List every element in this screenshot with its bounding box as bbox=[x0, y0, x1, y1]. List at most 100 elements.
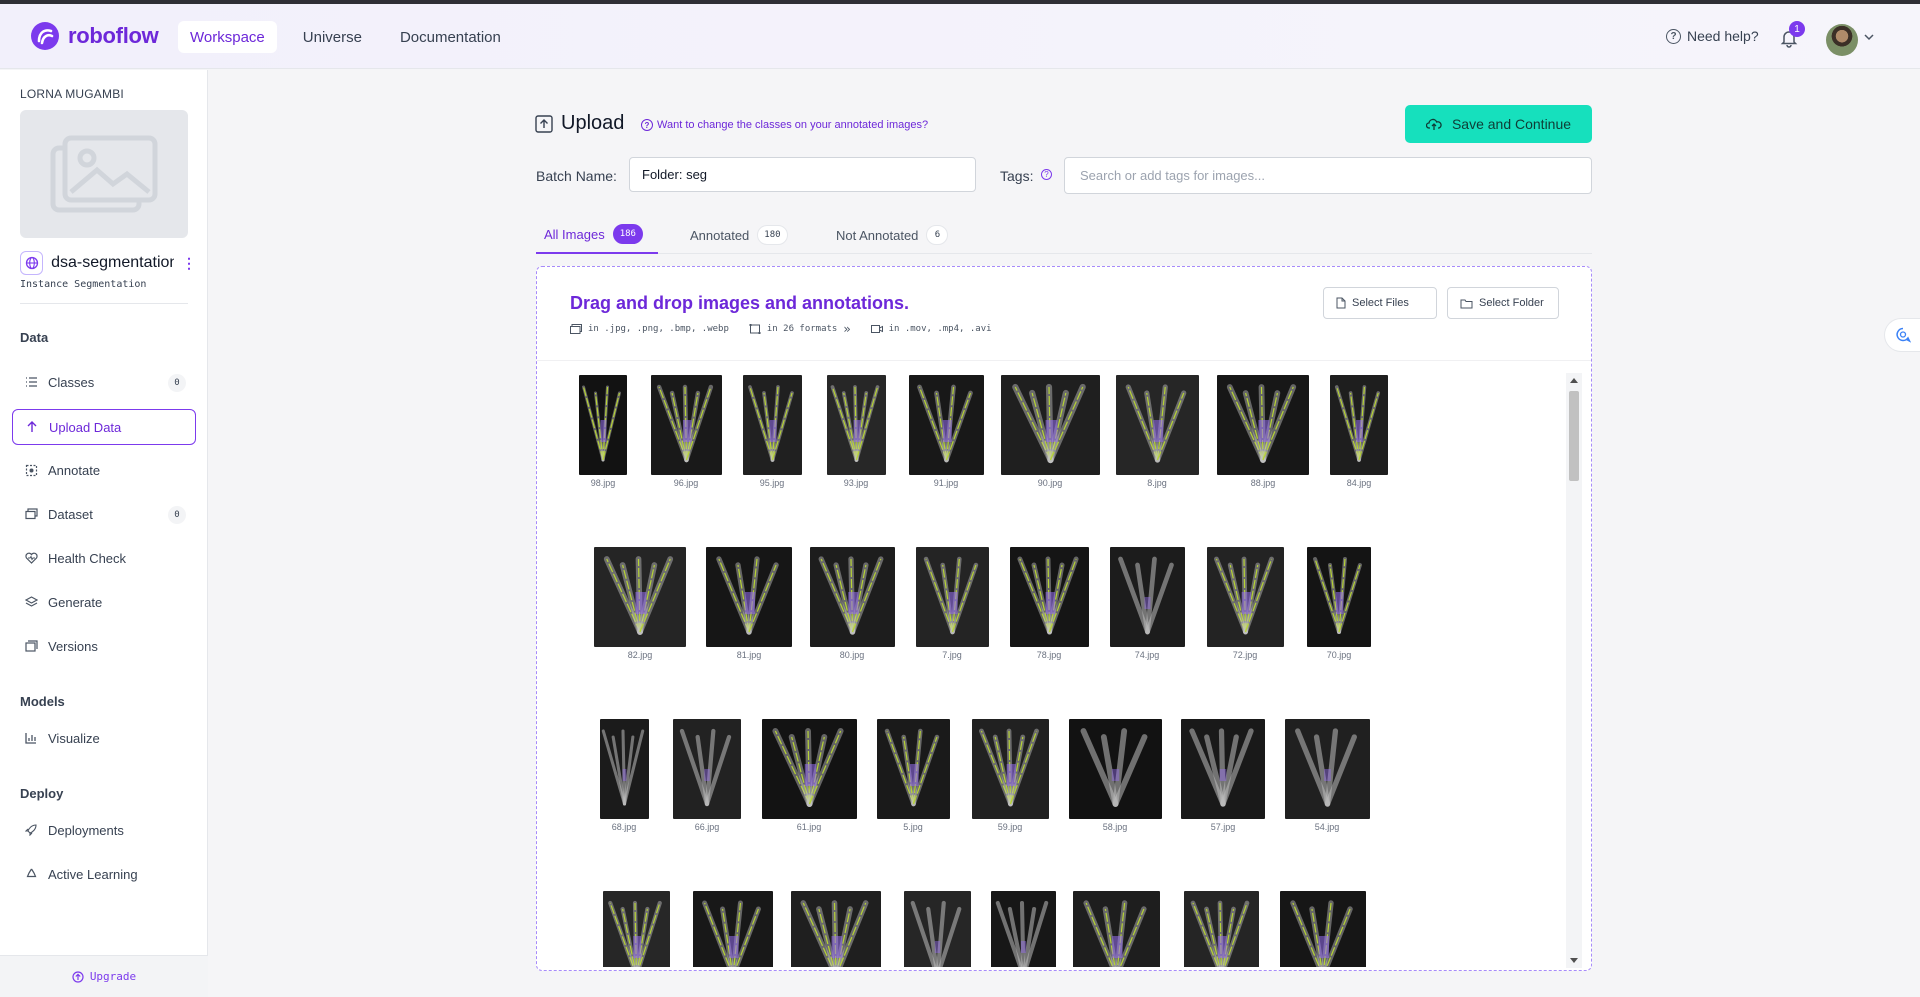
sidebar-item-generate[interactable]: Generate bbox=[12, 584, 196, 620]
nav-documentation[interactable]: Documentation bbox=[388, 21, 513, 53]
chevron-double-right-icon[interactable]: » bbox=[843, 322, 850, 336]
image-filename: 57.jpg bbox=[1210, 822, 1236, 832]
sidebar-item-label: Health Check bbox=[48, 550, 127, 566]
nav-universe[interactable]: Universe bbox=[291, 21, 374, 53]
cloud-upload-icon bbox=[1425, 118, 1442, 130]
image-thumbnail[interactable]: 7.jpg bbox=[915, 547, 989, 665]
xray-image bbox=[1068, 719, 1162, 819]
sidebar-item-active-learning[interactable]: Active Learning bbox=[12, 856, 196, 892]
image-filename: 54.jpg bbox=[1314, 822, 1340, 832]
tab-not-annotated[interactable]: Not Annotated 6 bbox=[836, 216, 949, 254]
image-thumbnail[interactable]: 68.jpg bbox=[599, 719, 649, 837]
heart-pulse-icon bbox=[24, 551, 38, 565]
sidebar-item-visualize[interactable]: Visualize bbox=[12, 720, 196, 756]
sidebar-item-classes[interactable]: Classes 0 bbox=[12, 364, 196, 400]
image-grid-scrollbar[interactable] bbox=[1566, 373, 1582, 968]
image-thumbnail[interactable] bbox=[602, 891, 670, 967]
image-thumbnail[interactable] bbox=[1072, 891, 1160, 967]
project-selector[interactable]: dsa-segmentation ⋮ bbox=[20, 251, 196, 275]
tab-all-images[interactable]: All Images 186 bbox=[536, 216, 658, 254]
need-help-button[interactable]: ? Need help? bbox=[1666, 28, 1759, 44]
save-and-continue-button[interactable]: Save and Continue bbox=[1405, 105, 1592, 143]
image-thumbnail[interactable]: 91.jpg bbox=[908, 375, 984, 493]
image-thumbnail[interactable]: 59.jpg bbox=[971, 719, 1049, 837]
sidebar-item-upload-data[interactable]: Upload Data bbox=[12, 409, 196, 445]
sidebar-item-versions[interactable]: Versions bbox=[12, 628, 196, 664]
image-thumbnail[interactable]: 74.jpg bbox=[1109, 547, 1185, 665]
file-icon bbox=[1336, 297, 1346, 309]
image-thumbnail[interactable]: 90.jpg bbox=[1000, 375, 1100, 493]
xray-image bbox=[693, 891, 773, 967]
batch-name-input[interactable] bbox=[629, 157, 976, 192]
image-thumbnail[interactable]: 95.jpg bbox=[742, 375, 802, 493]
image-thumbnail[interactable]: 58.jpg bbox=[1068, 719, 1162, 837]
image-thumbnail[interactable]: 54.jpg bbox=[1284, 719, 1370, 837]
image-thumbnail[interactable]: 81.jpg bbox=[706, 547, 792, 665]
image-thumbnail[interactable]: 78.jpg bbox=[1009, 547, 1089, 665]
image-thumbnail[interactable]: 5.jpg bbox=[876, 719, 950, 837]
project-thumbnail[interactable] bbox=[20, 110, 188, 238]
image-filename: 84.jpg bbox=[1346, 478, 1372, 488]
question-icon: ? bbox=[1666, 28, 1681, 44]
xray-image bbox=[1183, 891, 1259, 967]
image-thumbnail[interactable] bbox=[903, 891, 971, 967]
image-thumbnail[interactable]: 66.jpg bbox=[673, 719, 741, 837]
sidebar-item-deployments[interactable]: Deployments bbox=[12, 812, 196, 848]
roboflow-logo[interactable]: roboflow bbox=[30, 20, 159, 52]
image-thumbnail[interactable] bbox=[1280, 891, 1366, 967]
image-filter-tabs: All Images 186 Annotated 180 Not Annotat… bbox=[536, 216, 1592, 254]
image-thumbnail[interactable]: 72.jpg bbox=[1206, 547, 1284, 665]
sidebar-item-label: Active Learning bbox=[48, 866, 138, 882]
annotate-icon bbox=[24, 463, 38, 477]
upload-dropzone[interactable]: Drag and drop images and annotations. in… bbox=[536, 266, 1592, 971]
xray-image bbox=[1330, 375, 1388, 475]
change-classes-text: Want to change the classes on your annot… bbox=[657, 119, 929, 131]
chevron-down-icon[interactable] bbox=[1864, 32, 1874, 42]
sidebar-item-label: Deployments bbox=[48, 822, 124, 838]
image-filename: 90.jpg bbox=[1037, 478, 1063, 488]
save-and-continue-label: Save and Continue bbox=[1451, 116, 1572, 132]
sidebar-item-label: Generate bbox=[48, 594, 103, 610]
brand-name: roboflow bbox=[68, 23, 159, 48]
tab-label: Not Annotated bbox=[836, 227, 919, 243]
image-thumbnail[interactable] bbox=[791, 891, 881, 967]
sidebar-item-health-check[interactable]: Health Check bbox=[12, 540, 196, 576]
layers-icon bbox=[24, 595, 38, 609]
tags-help-icon[interactable]: ? bbox=[1041, 169, 1052, 180]
image-thumbnail[interactable]: 80.jpg bbox=[809, 547, 895, 665]
image-thumbnail[interactable]: 8.jpg bbox=[1115, 375, 1199, 493]
select-files-button[interactable]: Select Files bbox=[1323, 287, 1437, 319]
sidebar-item-annotate[interactable]: Annotate bbox=[12, 452, 196, 488]
nav-workspace[interactable]: Workspace bbox=[178, 21, 277, 53]
image-thumbnail[interactable]: 70.jpg bbox=[1307, 547, 1371, 665]
image-thumbnail[interactable] bbox=[1183, 891, 1259, 967]
tags-search-input[interactable] bbox=[1064, 157, 1592, 194]
image-thumbnail[interactable] bbox=[693, 891, 773, 967]
image-filename: 5.jpg bbox=[903, 822, 923, 832]
more-options-icon[interactable]: ⋮ bbox=[182, 255, 196, 272]
image-thumbnail[interactable]: 98.jpg bbox=[579, 375, 627, 493]
section-models: Models bbox=[20, 694, 65, 709]
folder-icon bbox=[1460, 299, 1473, 308]
image-thumbnail[interactable]: 93.jpg bbox=[826, 375, 886, 493]
page-title: Upload bbox=[561, 112, 625, 134]
image-thumbnail[interactable]: 88.jpg bbox=[1217, 375, 1309, 493]
scrollbar-thumb[interactable] bbox=[1569, 391, 1579, 481]
sidebar-item-dataset[interactable]: Dataset 0 bbox=[12, 496, 196, 532]
image-thumbnail[interactable]: 96.jpg bbox=[650, 375, 722, 493]
image-thumbnail[interactable]: 57.jpg bbox=[1181, 719, 1265, 837]
xray-image bbox=[1307, 547, 1371, 647]
image-thumbnail[interactable]: 82.jpg bbox=[594, 547, 686, 665]
scroll-down-icon[interactable] bbox=[1570, 956, 1578, 964]
image-thumbnail[interactable] bbox=[990, 891, 1056, 967]
xray-image bbox=[599, 719, 649, 819]
scroll-up-icon[interactable] bbox=[1570, 377, 1578, 385]
upgrade-button[interactable]: Upgrade bbox=[0, 955, 208, 997]
change-classes-link[interactable]: ? Want to change the classes on your ann… bbox=[641, 119, 928, 131]
select-folder-button[interactable]: Select Folder bbox=[1447, 287, 1559, 319]
image-thumbnail[interactable]: 84.jpg bbox=[1330, 375, 1388, 493]
feedback-widget[interactable] bbox=[1884, 318, 1920, 352]
image-thumbnail[interactable]: 61.jpg bbox=[761, 719, 857, 837]
tab-annotated[interactable]: Annotated 180 bbox=[690, 216, 788, 254]
user-avatar[interactable] bbox=[1826, 24, 1858, 56]
